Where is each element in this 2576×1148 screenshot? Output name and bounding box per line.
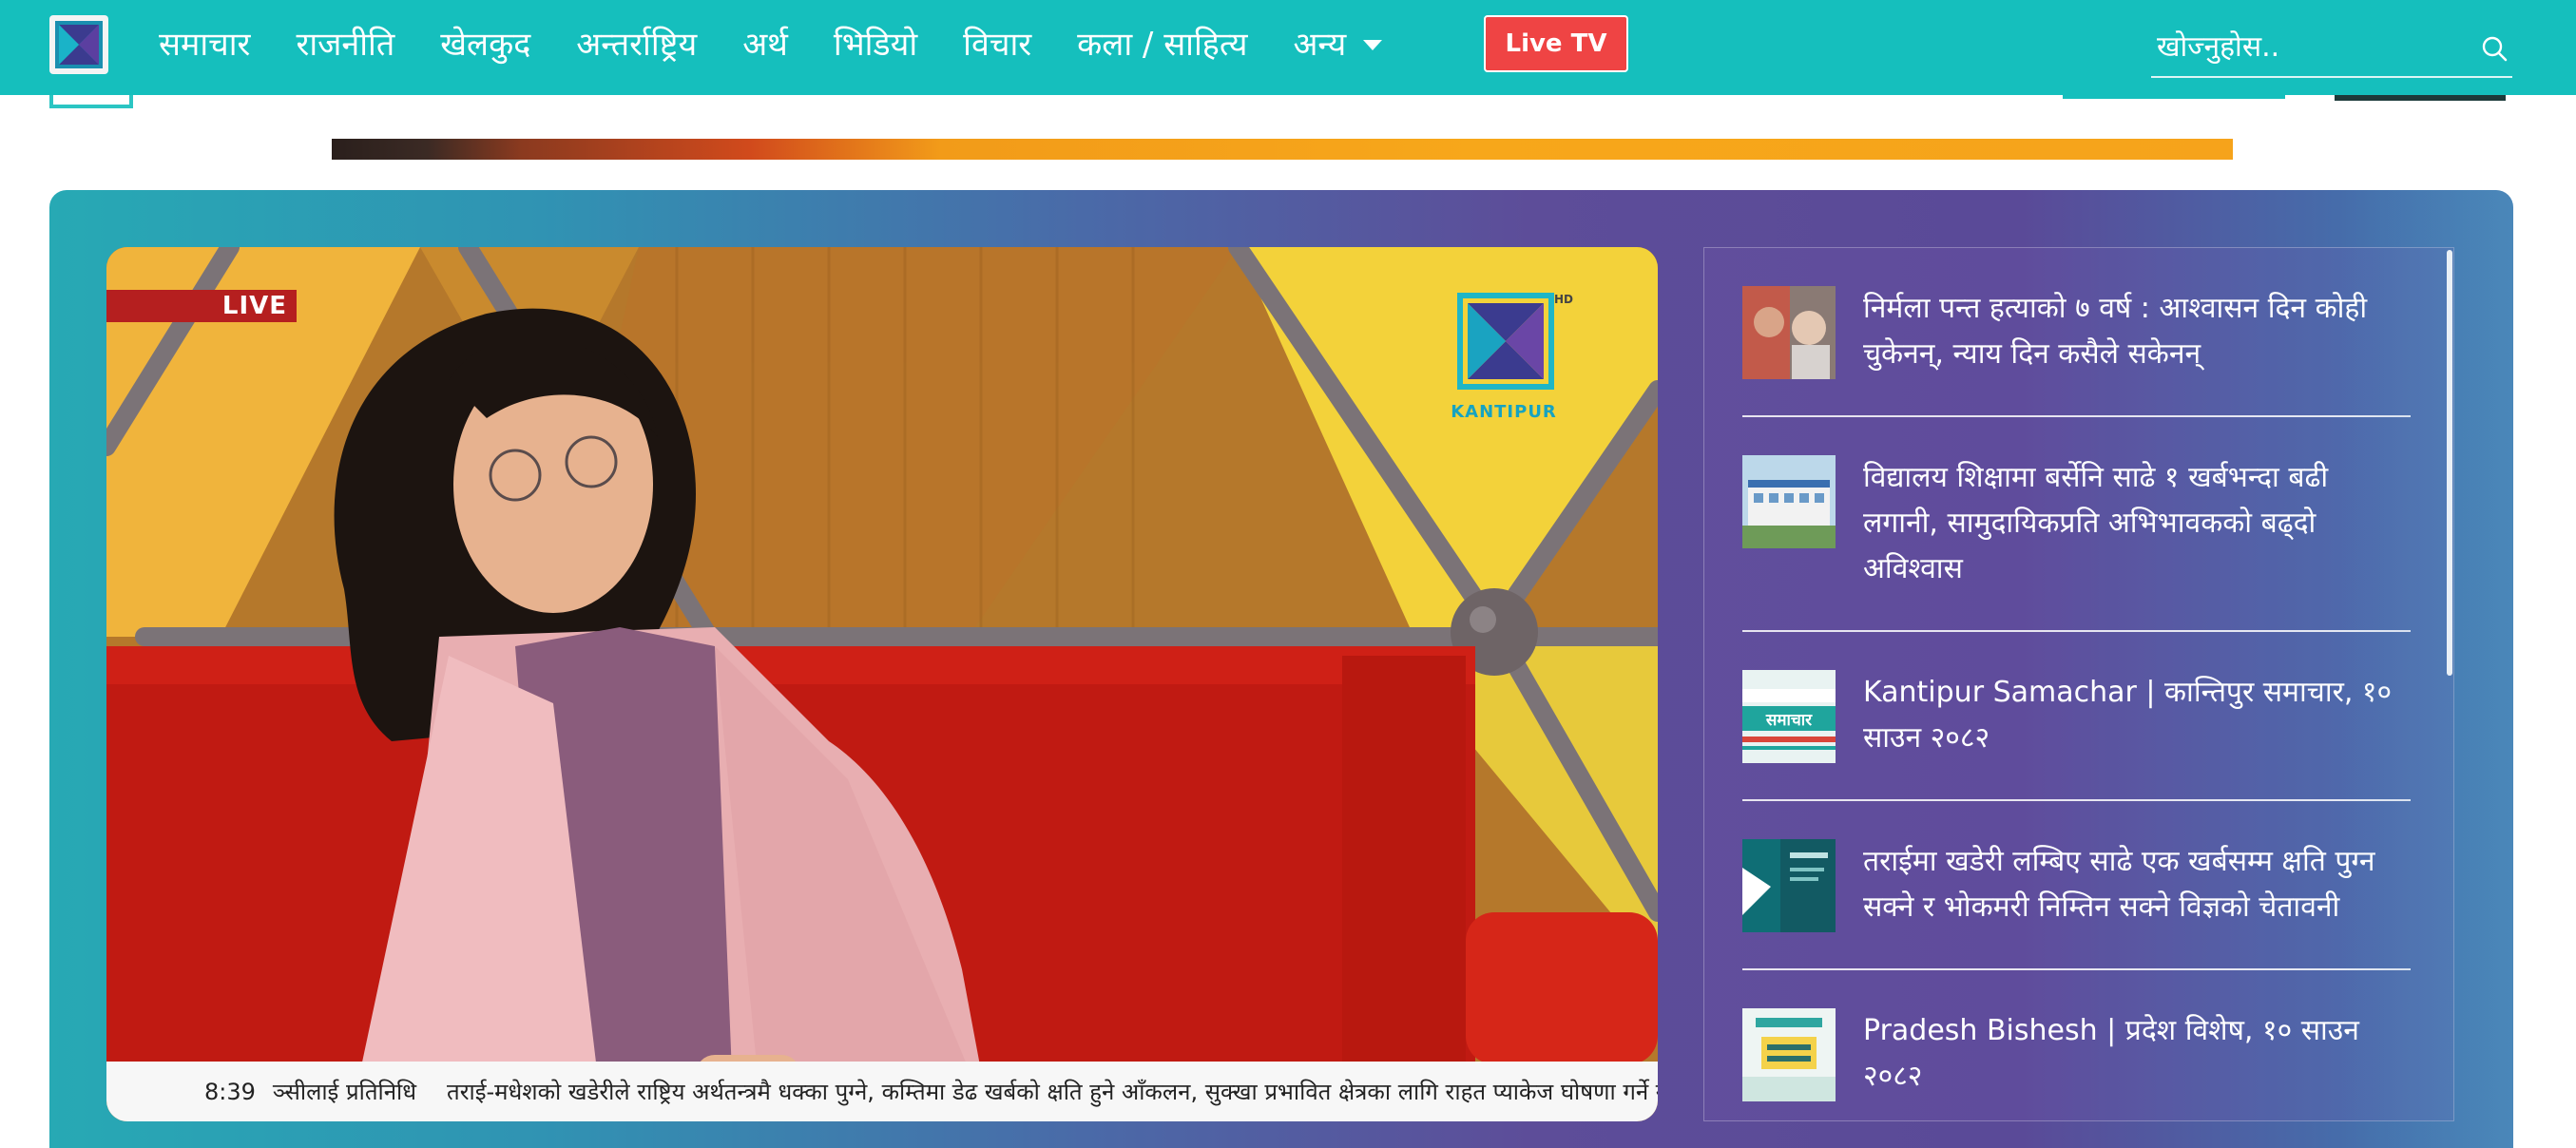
ticker-label: ञ्सीलाई प्रतिनिधि (272, 1079, 417, 1105)
caret-down-icon (1363, 39, 1383, 50)
nav-item-video[interactable]: भिडियो (834, 21, 917, 65)
news-title: Kantipur Samachar | कान्तिपुर समाचार, १०… (1863, 676, 2393, 755)
top-navbar: समाचार राजनीति खेलकुद अन्तर्राष्ट्रिय अर… (0, 0, 2576, 95)
news-thumbnail: समाचार (1742, 670, 1836, 763)
live-tv-button[interactable]: Live TV (1484, 15, 1628, 72)
ad-banner[interactable] (332, 139, 2233, 160)
search-box (2151, 19, 2512, 78)
nav-item-kala-sahitya[interactable]: कला / साहित्य (1077, 21, 1247, 65)
search-input[interactable] (2157, 25, 2461, 68)
news-list-scroll-thumb[interactable] (2447, 250, 2452, 676)
news-title: निर्मला पन्त हत्याको ७ वर्ष : आश्वासन दि… (1863, 292, 2368, 371)
news-thumbnail (1742, 286, 1836, 379)
nav-label: समाचार (159, 26, 251, 64)
news-thumbnail (1742, 839, 1836, 932)
news-title: विद्यालय शिक्षामा बर्सेनि साढे १ खर्बभन्… (1863, 461, 2329, 585)
nav-label: अन्य (1293, 26, 1347, 64)
kantipur-logo-icon (55, 21, 103, 68)
news-thumbnail-text: समाचार (1765, 711, 1813, 730)
news-title: Pradesh Bishesh | प्रदेश विशेष, १० साउन … (1863, 1014, 2359, 1093)
news-item[interactable]: Pradesh Bishesh | प्रदेश विशेष, १० साउन … (1742, 970, 2411, 1120)
news-item[interactable]: निर्मला पन्त हत्याको ७ वर्ष : आश्वासन दि… (1742, 248, 2411, 417)
video-frame (106, 247, 1658, 1121)
nav-label: राजनीति (296, 26, 395, 64)
nav-item-bichar[interactable]: विचार (963, 21, 1031, 65)
video-player[interactable]: LIVE HD KANTIPUR 8:39 ञ्सीलाई प्रतिनिधि … (106, 247, 1658, 1121)
news-title: तराईमा खडेरी लम्बिए साढे एक खर्बसम्म क्ष… (1863, 845, 2375, 924)
related-news-list: निर्मला पन्त हत्याको ७ वर्ष : आश्वासन दि… (1703, 247, 2454, 1121)
search-icon[interactable] (2480, 34, 2509, 63)
channel-hd-label: HD (1554, 293, 1574, 306)
nav-label: विचार (963, 26, 1032, 64)
kantipur-channel-logo-icon (1457, 293, 1554, 390)
header-button-fragment (2335, 95, 2506, 101)
news-item[interactable]: विद्यालय शिक्षामा बर्सेनि साढे १ खर्बभन्… (1742, 417, 2411, 632)
news-list-scrollbar[interactable] (2447, 248, 2452, 1120)
ticker-time: 8:39 (204, 1078, 256, 1105)
news-item[interactable]: समाचार Kantipur Samachar | कान्तिपुर समा… (1742, 632, 2411, 801)
nav-item-artha[interactable]: अर्थ (742, 21, 788, 65)
nav-label: अन्तर्राष्ट्रिय (576, 26, 698, 64)
news-ticker: 8:39 ञ्सीलाई प्रतिनिधि तराई-मधेशको खडेरी… (106, 1062, 1658, 1121)
header-button-fragment (2063, 95, 2285, 99)
nav-item-samachar[interactable]: समाचार (159, 21, 250, 65)
channel-name: KANTIPUR (1451, 402, 1557, 422)
nav-label: कला / साहित्य (1077, 26, 1248, 64)
nav-item-anya-dropdown[interactable]: अन्य (1293, 21, 1383, 65)
news-thumbnail (1742, 1008, 1836, 1101)
news-thumbnail (1742, 455, 1836, 548)
secondary-logo-fragment (49, 95, 133, 108)
nav-label: भिडियो (833, 26, 918, 64)
nav-item-antarrashtriya[interactable]: अन्तर्राष्ट्रिय (576, 21, 697, 65)
nav-item-rajniti[interactable]: राजनीति (296, 21, 394, 65)
site-logo[interactable] (49, 15, 108, 74)
ticker-text: तराई-मधेशको खडेरीले राष्ट्रिय अर्थतन्त्र… (447, 1079, 1658, 1105)
nav-label: खेलकुद (440, 26, 531, 64)
nav-label: अर्थ (742, 26, 788, 64)
nav-item-khelkud[interactable]: खेलकुद (440, 21, 530, 65)
live-tv-section: LIVE HD KANTIPUR 8:39 ञ्सीलाई प्रतिनिधि … (49, 190, 2513, 1148)
main-menu: समाचार राजनीति खेलकुद अन्तर्राष्ट्रिय अर… (159, 0, 1428, 86)
news-item[interactable]: तराईमा खडेरी लम्बिए साढे एक खर्बसम्म क्ष… (1742, 801, 2411, 970)
live-badge: LIVE (106, 290, 297, 322)
